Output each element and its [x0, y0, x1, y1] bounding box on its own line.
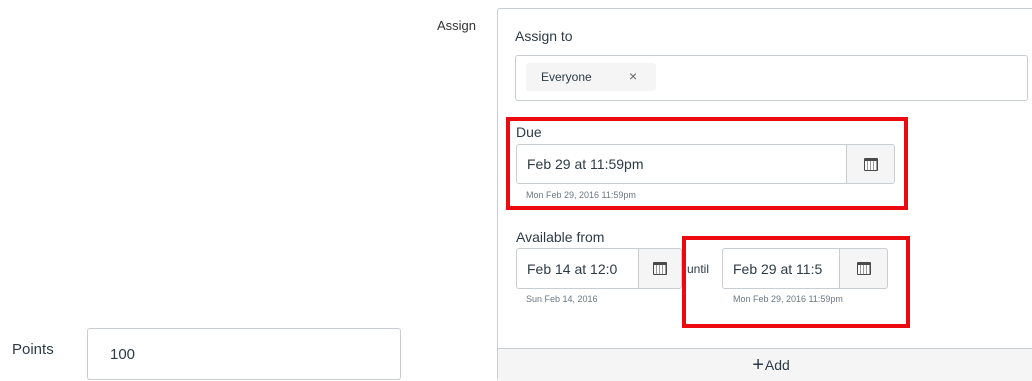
assignee-token: Everyone ×: [526, 63, 656, 91]
assign-section-label: Assign: [437, 18, 477, 33]
until-highlight-box: [682, 236, 910, 328]
calendar-icon: [653, 262, 667, 275]
available-from-calendar-button[interactable]: [638, 248, 682, 289]
points-label: Points: [12, 341, 54, 358]
plus-icon: +: [752, 354, 764, 376]
available-from-label: Available from: [516, 229, 605, 245]
assignee-token-label: Everyone: [541, 70, 592, 84]
add-assignment-button[interactable]: + Add: [498, 348, 1032, 381]
assign-to-label: Assign to: [515, 28, 573, 44]
add-label: Add: [764, 357, 790, 373]
available-from-input[interactable]: Feb 14 at 12:0: [516, 248, 639, 289]
points-input[interactable]: 100: [87, 328, 401, 380]
available-from-hint: Sun Feb 14, 2016: [526, 294, 598, 304]
close-icon[interactable]: ×: [629, 68, 637, 84]
due-highlight-box: [506, 117, 908, 210]
